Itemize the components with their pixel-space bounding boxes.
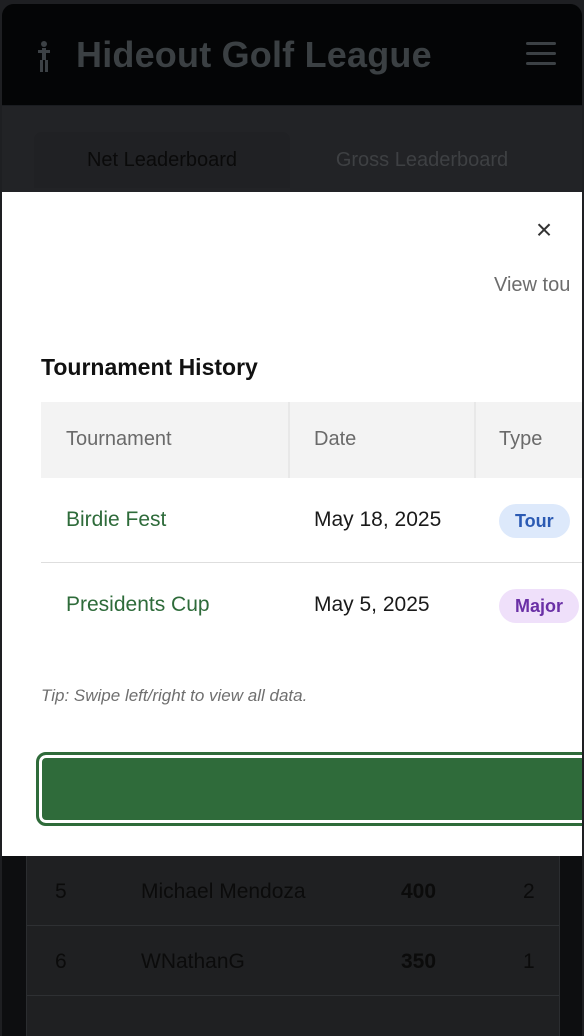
leaderboard-table: 5 Michael Mendoza 400 2 6 WNathanG 350 1 — [26, 856, 560, 1036]
table-row[interactable]: 6 WNathanG 350 1 — [27, 926, 559, 996]
column-header-type[interactable]: Type — [499, 428, 542, 451]
events-cell: 1 — [523, 950, 535, 973]
type-badge: Major — [499, 589, 580, 623]
close-icon[interactable]: × — [530, 216, 558, 244]
table-row: Presidents Cup May 5, 2025 Major — [41, 563, 582, 648]
tab-gross-leaderboard[interactable]: Gross Leaderboard — [302, 132, 542, 188]
hamburger-menu-icon[interactable] — [526, 42, 556, 68]
player-name-cell: Michael Mendoza — [141, 880, 306, 903]
tournament-link[interactable]: Presidents Cup — [66, 593, 210, 617]
tournament-date: May 18, 2025 — [314, 508, 442, 531]
modal-action-button[interactable] — [36, 752, 582, 826]
column-header-tournament[interactable]: Tournament — [66, 428, 172, 451]
column-header-date[interactable]: Date — [314, 428, 356, 451]
tab-net-leaderboard[interactable]: Net Leaderboard — [34, 132, 290, 188]
player-name-cell: WNathanG — [141, 950, 245, 973]
table-row[interactable]: 5 Michael Mendoza 400 2 — [27, 856, 559, 926]
tournament-history-title: Tournament History — [41, 354, 258, 380]
golfer-icon — [38, 41, 50, 72]
app-frame: Hideout Golf League Net Leaderboard Gros… — [2, 4, 582, 1036]
points-cell: 400 — [401, 880, 437, 903]
rank-cell: 6 — [55, 950, 67, 973]
table-header: Tournament Date Type — [41, 402, 582, 478]
swipe-tip: Tip: Swipe left/right to view all data. — [41, 686, 308, 705]
app-header: Hideout Golf League — [2, 4, 582, 106]
leaderboard-tabs: Net Leaderboard Gross Leaderboard — [2, 106, 582, 196]
type-badge: Tour — [499, 504, 570, 538]
tournament-date: May 5, 2025 — [314, 593, 430, 616]
app-title: Hideout Golf League — [76, 34, 432, 75]
tournament-history-table: Tournament Date Type Birdie Fest May 18,… — [41, 402, 582, 648]
events-cell: 2 — [523, 880, 535, 903]
table-row: Birdie Fest May 18, 2025 Tour — [41, 478, 582, 563]
tournament-link[interactable]: Birdie Fest — [66, 508, 166, 532]
view-tournaments-link[interactable]: View tou — [494, 274, 570, 297]
points-cell: 350 — [401, 950, 437, 973]
player-modal: × View tou Tournament History Tournament… — [2, 192, 582, 856]
rank-cell: 5 — [55, 880, 67, 903]
